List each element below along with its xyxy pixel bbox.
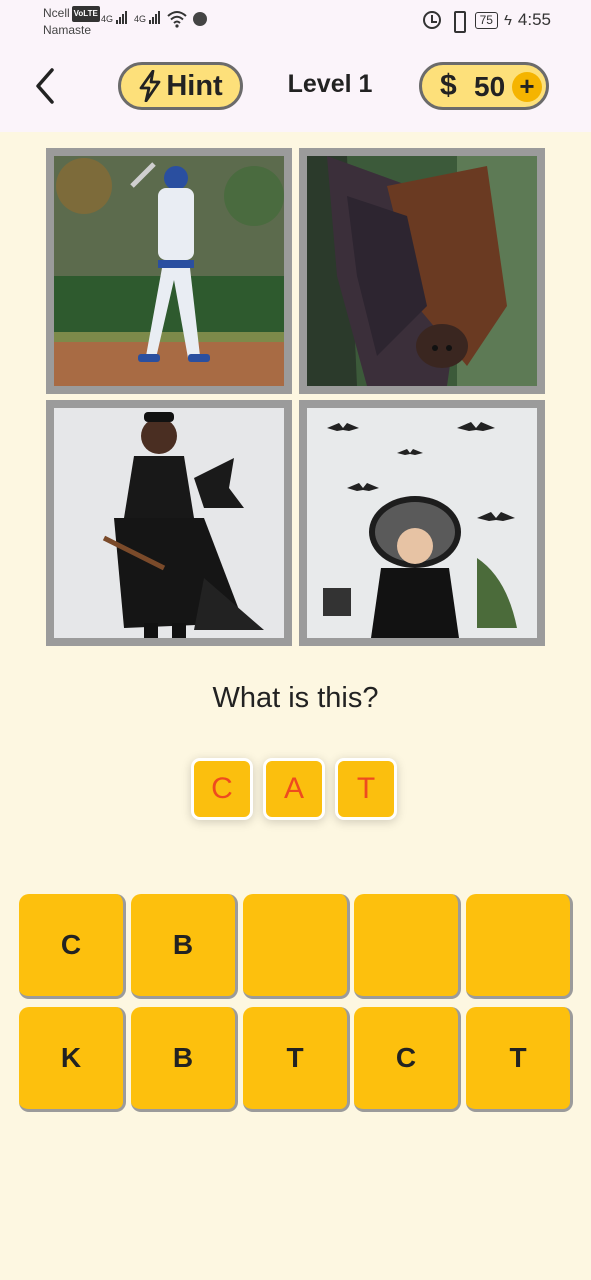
coin-balance: $ 50 +: [419, 62, 549, 110]
baseball-batter-image: [46, 148, 292, 394]
signal-icon: 4G: [101, 10, 127, 24]
add-coins-button[interactable]: +: [512, 72, 542, 102]
hanging-fruit-bat-image: [299, 148, 545, 394]
carrier-name: Ncell: [43, 6, 70, 20]
girl-in-bat-costume-image: [46, 400, 292, 646]
chevron-left-icon[interactable]: [30, 66, 60, 106]
answer-slot[interactable]: C: [191, 758, 253, 820]
answer-slot[interactable]: A: [263, 758, 325, 820]
sub-carrier-name: Namaste: [43, 22, 92, 37]
messenger-icon: [193, 12, 207, 26]
volte-badge: VoLTE: [71, 5, 100, 22]
network-type-label-2: 4G: [134, 14, 147, 24]
coin-amount: 50: [474, 71, 506, 102]
hint-button[interactable]: Hint: [118, 62, 243, 110]
letter-key[interactable]: K: [19, 1007, 126, 1112]
charging-icon: ϟ: [503, 11, 512, 29]
letter-key[interactable]: C: [354, 1007, 461, 1112]
letter-key[interactable]: B: [131, 894, 238, 999]
letter-key-empty[interactable]: [466, 894, 573, 999]
letter-key-empty[interactable]: [354, 894, 461, 999]
carrier-info: Ncell VoLTE Namaste: [43, 5, 100, 38]
signal-icon-2: 4G: [134, 10, 160, 24]
letter-key[interactable]: T: [466, 1007, 573, 1112]
status-right: 75 ϟ 4:55: [422, 10, 551, 33]
coin-symbol: $: [440, 69, 457, 102]
alarm-icon: [422, 11, 441, 29]
lightning-icon: [139, 70, 161, 102]
letter-key[interactable]: B: [131, 1007, 238, 1112]
wifi-icon: [167, 11, 187, 28]
hint-label: Hint: [166, 69, 223, 102]
letter-key[interactable]: T: [243, 1007, 350, 1112]
clock: 4:55: [517, 10, 551, 29]
letter-key[interactable]: C: [19, 894, 126, 999]
answer-slot[interactable]: T: [335, 758, 397, 820]
vibrate-icon: [447, 11, 469, 33]
child-witch-hat-with-paper-bats-image: [299, 400, 545, 646]
level-title: Level 1: [287, 70, 373, 98]
network-type-label: 4G: [101, 14, 114, 24]
battery-icon: 75: [474, 11, 498, 29]
status-bar: Ncell VoLTE Namaste 4G 4G 75 ϟ 4:55: [0, 0, 591, 44]
question-prompt: What is this?: [212, 682, 379, 714]
letter-key-empty[interactable]: [243, 894, 350, 999]
